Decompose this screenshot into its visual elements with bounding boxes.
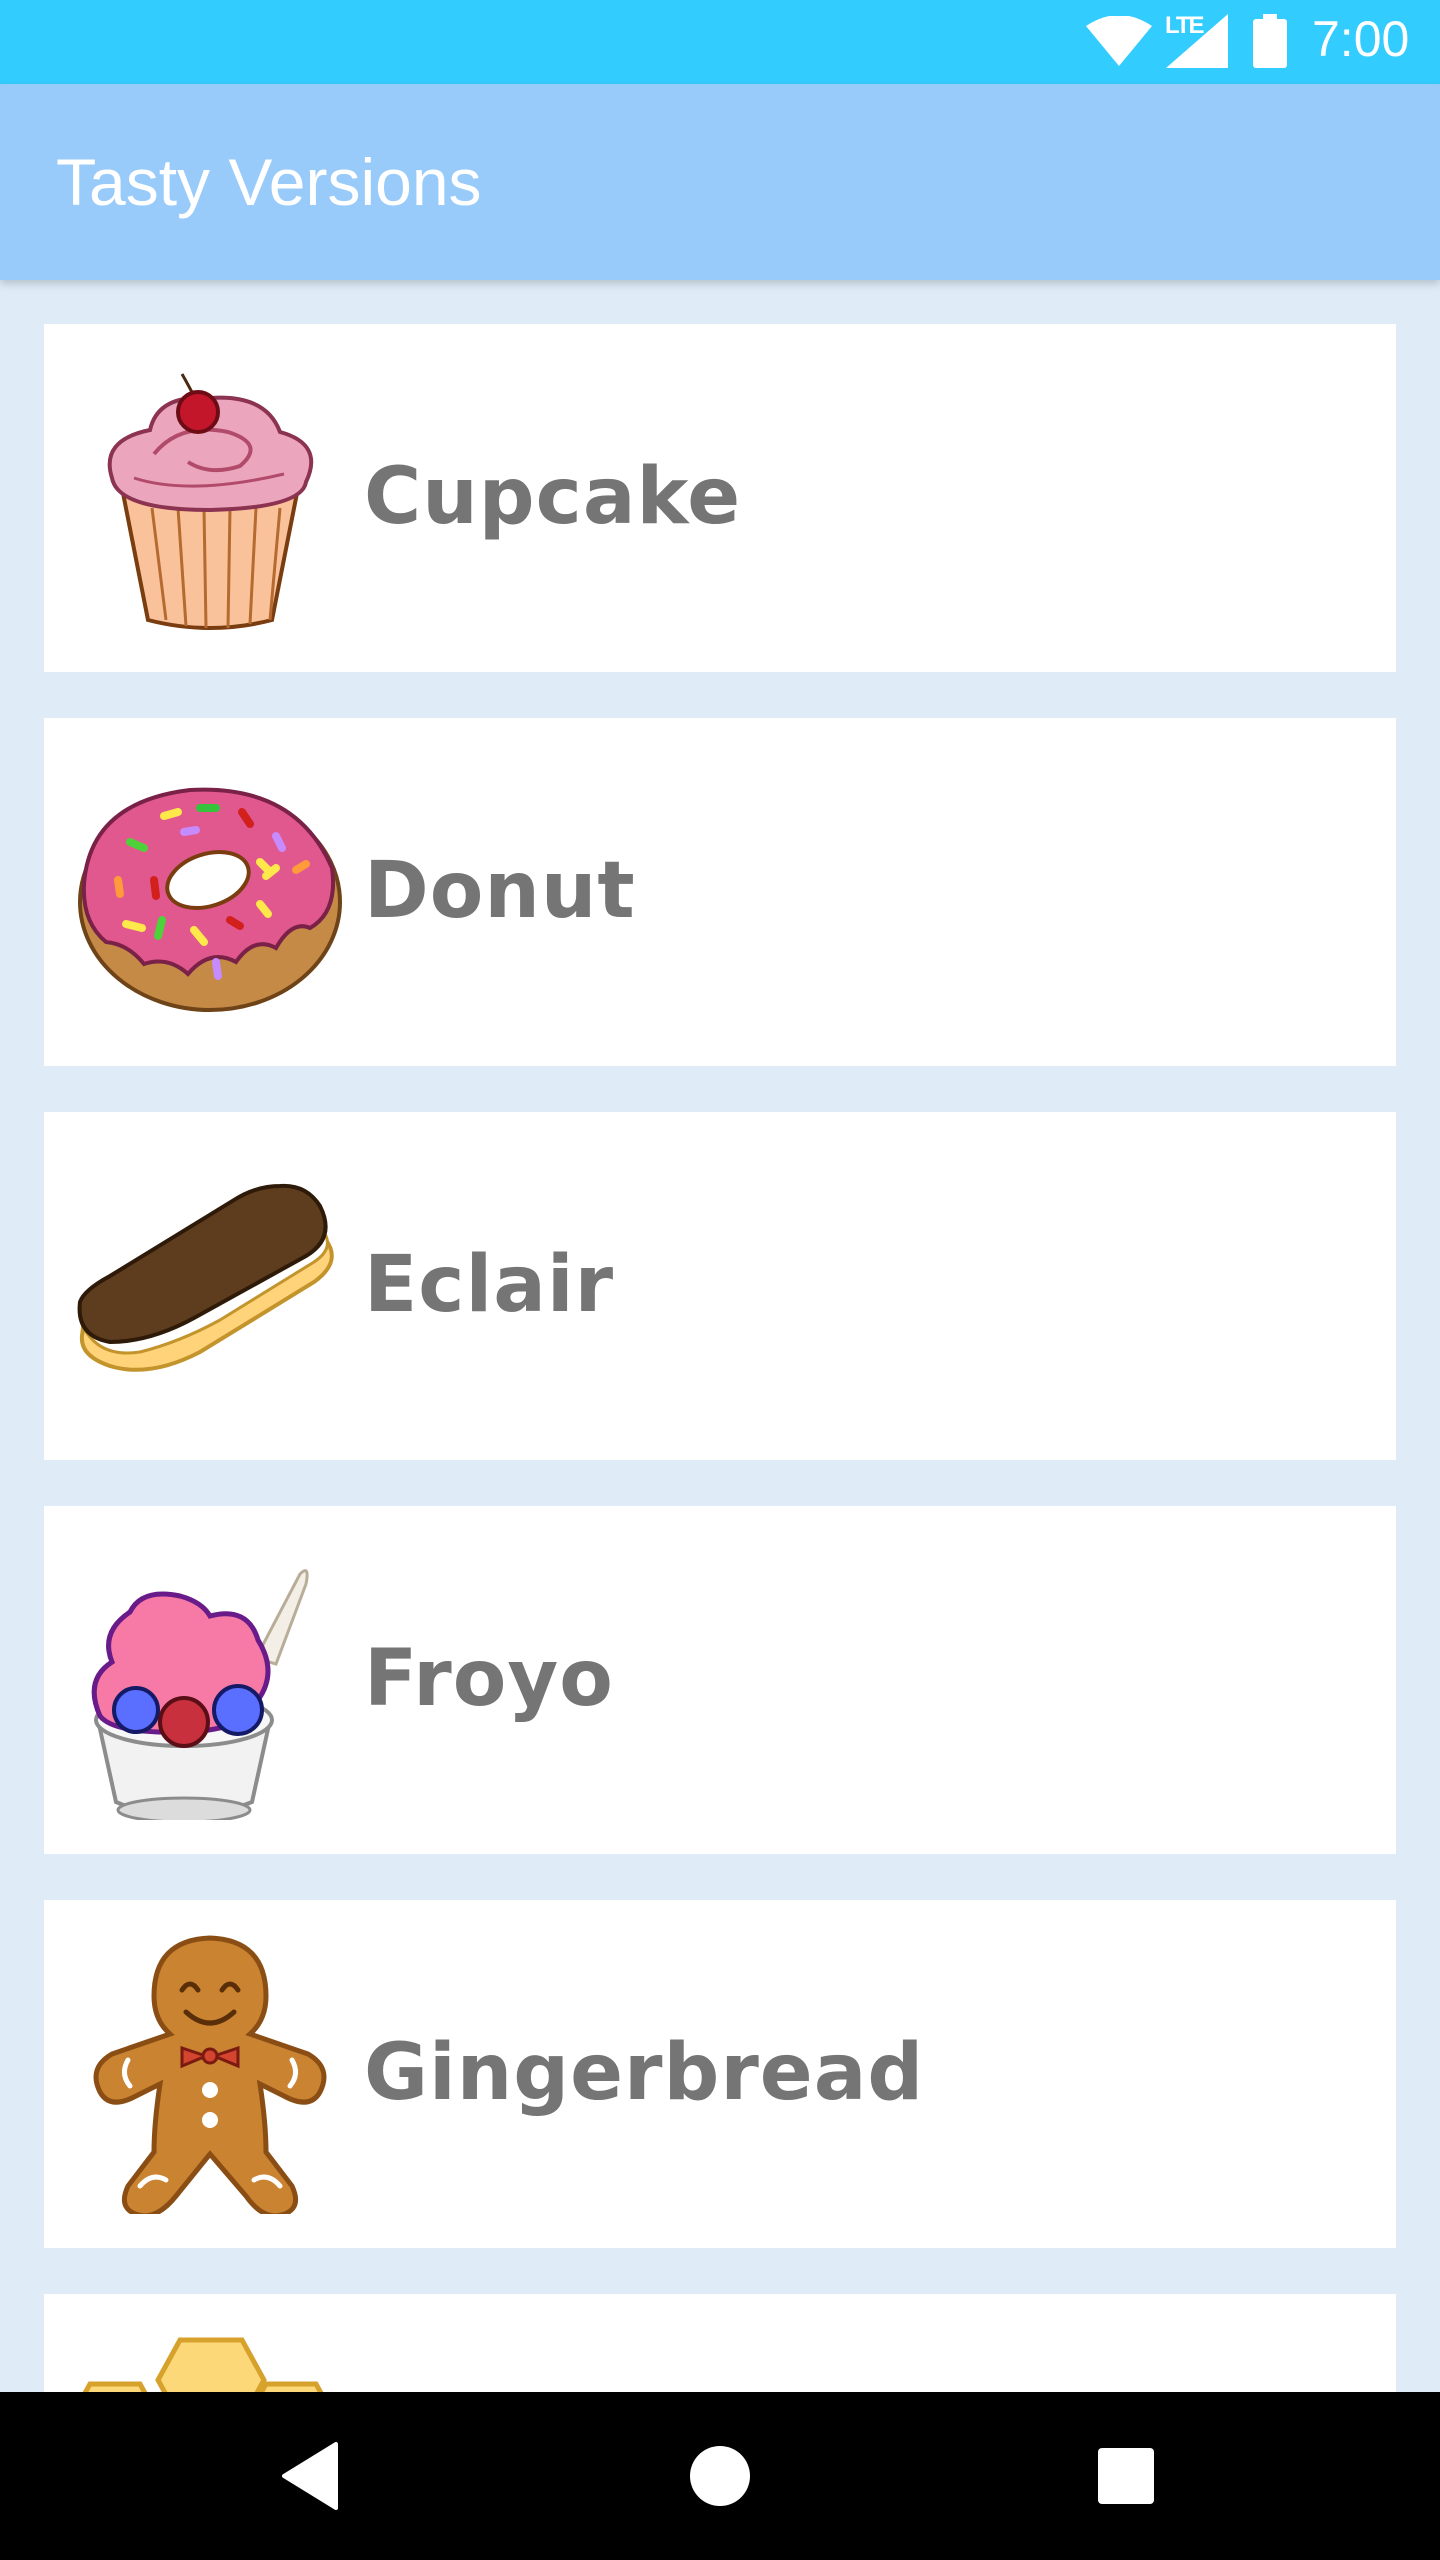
- clock: 7:00: [1312, 11, 1410, 67]
- list-item-froyo[interactable]: Froyo: [44, 1506, 1396, 1854]
- screen: LTE 7:00 Tasty Versions Cupcake Donut Ec…: [0, 0, 1440, 2560]
- list-item-label: Donut: [364, 846, 636, 936]
- list-item-label: Cupcake: [364, 452, 742, 542]
- list-item-label: Eclair: [364, 1240, 615, 1330]
- battery-icon: [1253, 14, 1287, 68]
- list-item-donut[interactable]: Donut: [44, 718, 1396, 1066]
- navigation-bar: [0, 2392, 1440, 2560]
- page-title: Tasty Versions: [56, 145, 482, 219]
- wifi-icon: [1086, 16, 1152, 66]
- honeycomb-icon: [82, 2337, 324, 2392]
- list-item-label: Froyo: [364, 1634, 614, 1724]
- list-item-honeycomb[interactable]: [44, 2294, 1396, 2392]
- app-bar: Tasty Versions: [0, 84, 1440, 280]
- back-icon[interactable]: [276, 2436, 356, 2516]
- froyo-icon: [91, 1569, 309, 1820]
- eclair-icon: [77, 1183, 334, 1372]
- status-bar: LTE 7:00: [0, 0, 1440, 84]
- versions-list: Cupcake Donut Eclair Froyo Gingerbread: [0, 280, 1440, 2392]
- list-item-gingerbread[interactable]: Gingerbread: [44, 1900, 1396, 2248]
- list-item-eclair[interactable]: Eclair: [44, 1112, 1396, 1460]
- cupcake-icon: [107, 373, 314, 630]
- donut-icon: [78, 787, 342, 1012]
- list-item-cupcake[interactable]: Cupcake: [44, 324, 1396, 672]
- gingerbread-icon: [93, 1935, 327, 2214]
- network-type-label: LTE: [1165, 12, 1205, 39]
- recents-icon[interactable]: [1086, 2436, 1166, 2516]
- home-icon[interactable]: [680, 2436, 760, 2516]
- list-item-label: Gingerbread: [364, 2028, 925, 2118]
